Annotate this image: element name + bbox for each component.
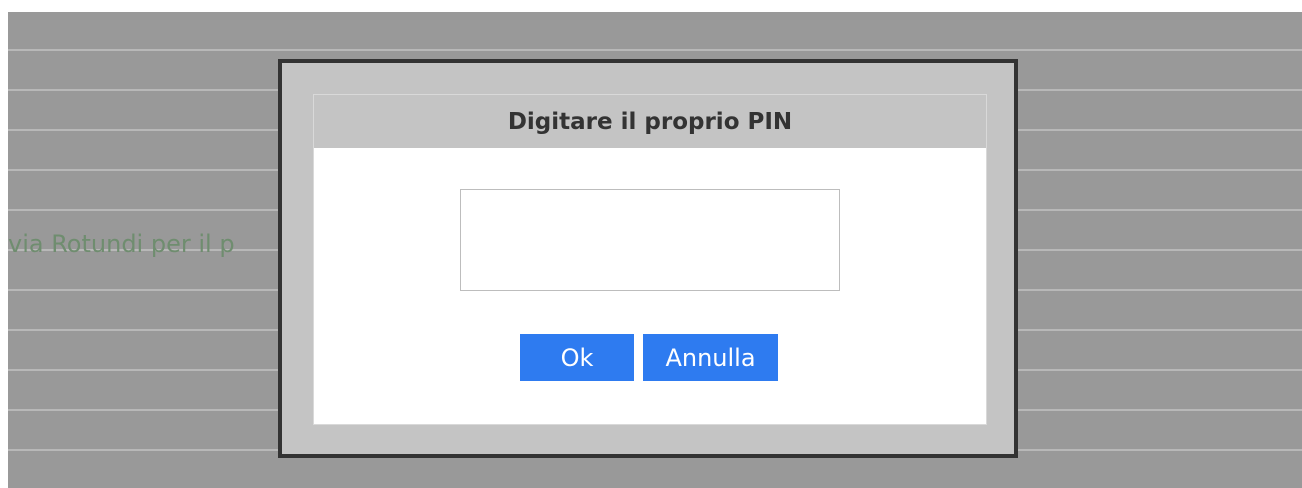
cancel-button[interactable]: Annulla xyxy=(643,334,778,381)
ok-button[interactable]: Ok xyxy=(520,334,634,381)
pin-dialog: Digitare il proprio PIN Ok Annulla xyxy=(313,94,987,425)
dialog-header: Digitare il proprio PIN xyxy=(314,95,986,148)
pin-modal-frame: Digitare il proprio PIN Ok Annulla xyxy=(278,59,1018,458)
dialog-title: Digitare il proprio PIN xyxy=(507,108,793,135)
pin-input[interactable] xyxy=(460,189,840,291)
background-partial-text: via Rotundi per il p xyxy=(8,230,235,258)
